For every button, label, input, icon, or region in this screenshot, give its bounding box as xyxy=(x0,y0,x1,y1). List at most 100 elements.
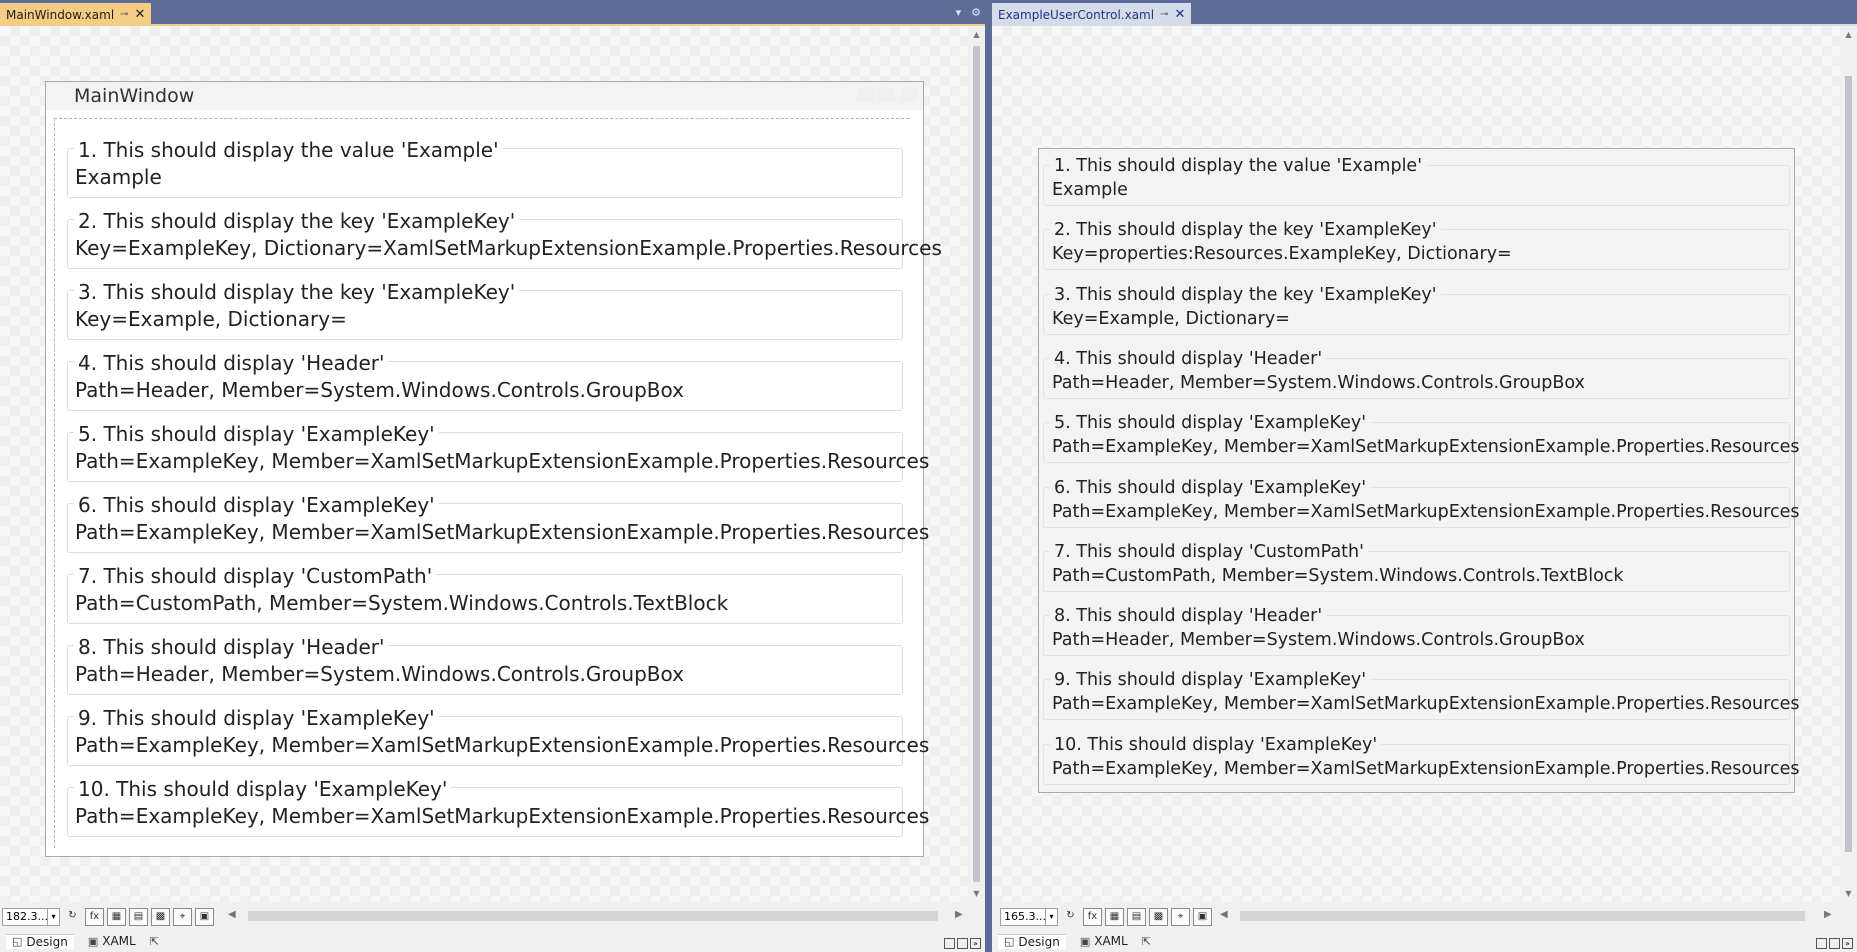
scroll-left-icon[interactable]: ◀ xyxy=(1220,909,1228,920)
zoom-value: 165.3... xyxy=(1004,910,1046,923)
groupbox-value-text: Path=Header, Member=System.Windows.Contr… xyxy=(75,662,684,686)
groupbox-item[interactable]: 6. This should display 'ExampleKey' Path=… xyxy=(1043,477,1799,528)
groupbox-item[interactable]: 6. This should display 'ExampleKey' Path=… xyxy=(67,493,929,553)
snap-lines-icon[interactable]: ⌖ xyxy=(1171,908,1190,926)
groupbox-item[interactable]: 8. This should display 'Header' Path=Head… xyxy=(67,635,903,695)
snap-lines-icon[interactable]: ⌖ xyxy=(173,908,192,926)
fx-icon[interactable]: fx xyxy=(1083,908,1102,926)
scroll-left-icon[interactable]: ◀ xyxy=(228,909,236,920)
groupbox-value-text: Key=properties:Resources.ExampleKey, Dic… xyxy=(1052,244,1512,265)
right-tabstrip: ExampleUserControl.xaml ⊸ ✕ xyxy=(992,0,1857,26)
groupbox-item[interactable]: 2. This should display the key 'ExampleK… xyxy=(1043,220,1790,271)
groupbox-header: 3. This should display the key 'ExampleK… xyxy=(1050,284,1441,305)
vertical-split-icon[interactable] xyxy=(944,938,955,949)
groupbox-item[interactable]: 8. This should display 'Header' Path=Head… xyxy=(1043,606,1790,657)
maximize-icon xyxy=(879,88,895,102)
view-switcher: ◱ Design ▣ XAML ⇱ xyxy=(992,932,1857,950)
groupbox-value-text: Path=Header, Member=System.Windows.Contr… xyxy=(1052,630,1585,651)
vertical-split-icon[interactable] xyxy=(1816,938,1827,949)
zoom-combobox[interactable]: 165.3... ▾ xyxy=(1000,908,1058,926)
groupbox-item[interactable]: 3. This should display the key 'ExampleK… xyxy=(1043,284,1790,335)
groupbox-item[interactable]: 1. This should display the value 'Exampl… xyxy=(67,138,903,198)
design-surface[interactable]: MainWindow 1. This should display the va… xyxy=(0,26,968,902)
grid-icon[interactable]: ▦ xyxy=(107,908,126,926)
project-code-icon[interactable]: ▣ xyxy=(1193,908,1212,926)
groupbox-item[interactable]: 5. This should display 'ExampleKey' Path=… xyxy=(1043,413,1799,464)
chevron-down-icon[interactable]: ▾ xyxy=(47,909,59,925)
split-layout-buttons: » xyxy=(944,938,981,949)
tab-title: MainWindow.xaml xyxy=(6,7,115,22)
groupbox-header: 6. This should display 'ExampleKey' xyxy=(74,493,439,517)
groupbox-item[interactable]: 2. This should display the key 'ExampleK… xyxy=(67,209,942,269)
groupbox-value-text: Key=Example, Dictionary= xyxy=(1052,308,1290,329)
close-icon[interactable]: ✕ xyxy=(1174,7,1185,22)
groupbox-value-text: Path=ExampleKey, Member=XamlSetMarkupExt… xyxy=(75,804,930,828)
groupbox-item[interactable]: 3. This should display the key 'ExampleK… xyxy=(67,280,903,340)
scroll-right-icon[interactable]: ▶ xyxy=(1824,909,1832,920)
snap-grid-icon[interactable]: ▤ xyxy=(1127,908,1146,926)
scroll-right-icon[interactable]: ▶ xyxy=(955,909,963,920)
groupbox-item[interactable]: 7. This should display 'CustomPath' Path=… xyxy=(1043,541,1790,592)
refresh-icon[interactable]: ↻ xyxy=(63,908,82,926)
tab-xaml[interactable]: ▣ XAML xyxy=(82,934,142,948)
groupbox-item[interactable]: 4. This should display 'Header' Path=Head… xyxy=(1043,348,1790,399)
chevron-down-icon[interactable]: ▾ xyxy=(1045,909,1057,925)
usercontrol-preview[interactable]: 1. This should display the value 'Exampl… xyxy=(1038,148,1799,793)
selection-adorner-left xyxy=(54,118,55,848)
mainwindow-preview[interactable]: MainWindow 1. This should display the va… xyxy=(45,81,942,857)
chevron-down-icon[interactable]: ▾ xyxy=(956,6,962,19)
close-icon[interactable]: ✕ xyxy=(135,7,146,22)
scroll-thumb[interactable] xyxy=(973,46,980,882)
tab-mainwindow-xaml[interactable]: MainWindow.xaml ⊸ ✕ xyxy=(0,3,152,26)
groupbox-header: 1. This should display the value 'Exampl… xyxy=(1050,156,1427,176)
tab-xaml[interactable]: ▣ XAML xyxy=(1074,934,1134,948)
groupbox-value-text: Path=ExampleKey, Member=XamlSetMarkupExt… xyxy=(75,520,930,544)
project-code-icon[interactable]: ▣ xyxy=(195,908,214,926)
grid-icon[interactable]: ▦ xyxy=(1105,908,1124,926)
groupbox-item[interactable]: 10. This should display 'ExampleKey' Path… xyxy=(1043,734,1799,785)
groupbox-header: 7. This should display 'CustomPath' xyxy=(74,564,437,588)
groupbox-item[interactable]: 10. This should display 'ExampleKey' Path… xyxy=(67,777,929,837)
scroll-up-icon[interactable]: ▲ xyxy=(968,30,985,39)
tab-design[interactable]: ◱ Design xyxy=(6,933,74,949)
designer-statusbar: 182.3... ▾ ↻ fx ▦ ▤ ▩ ⌖ ▣ ◀ ▶ ◱ Design ▣… xyxy=(0,902,985,952)
right-designer-pane: ExampleUserControl.xaml ⊸ ✕ 1. This shou… xyxy=(992,0,1857,952)
fx-icon[interactable]: fx xyxy=(85,908,104,926)
vertical-scrollbar[interactable]: ▲ ▼ xyxy=(968,26,985,902)
groupbox-item[interactable]: 7. This should display 'CustomPath' Path=… xyxy=(67,564,903,624)
horizontal-split-icon[interactable] xyxy=(1829,938,1840,949)
artboard-background-icon[interactable]: ▩ xyxy=(151,908,170,926)
pin-icon[interactable]: ⊸ xyxy=(1160,9,1168,20)
window-titlebar: MainWindow xyxy=(46,82,923,110)
groupbox-item[interactable]: 1. This should display the value 'Exampl… xyxy=(1043,156,1790,206)
groupbox-item[interactable]: 5. This should display 'ExampleKey' Path=… xyxy=(67,422,929,482)
scroll-down-icon[interactable]: ▼ xyxy=(968,889,985,898)
design-label: Design xyxy=(26,934,68,949)
pin-icon[interactable]: ⊸ xyxy=(120,9,128,20)
document-splitter[interactable] xyxy=(985,0,992,952)
horizontal-scrollbar[interactable] xyxy=(1240,911,1805,921)
refresh-icon[interactable]: ↻ xyxy=(1061,908,1080,926)
tab-design[interactable]: ◱ Design xyxy=(998,933,1066,949)
popout-icon[interactable]: ⇱ xyxy=(1142,935,1151,948)
collapse-pane-icon[interactable]: » xyxy=(970,938,981,949)
groupbox-header: 1. This should display the value 'Exampl… xyxy=(74,138,503,162)
horizontal-split-icon[interactable] xyxy=(957,938,968,949)
groupbox-header: 7. This should display 'CustomPath' xyxy=(1050,541,1368,562)
tab-exampleusercontrol-xaml[interactable]: ExampleUserControl.xaml ⊸ ✕ xyxy=(992,3,1192,26)
popout-icon[interactable]: ⇱ xyxy=(150,935,159,948)
horizontal-scrollbar[interactable] xyxy=(248,911,938,921)
groupbox-item[interactable]: 9. This should display 'ExampleKey' Path=… xyxy=(67,706,929,766)
zoom-combobox[interactable]: 182.3... ▾ xyxy=(2,908,60,926)
collapse-pane-icon[interactable]: » xyxy=(1842,938,1853,949)
snap-grid-icon[interactable]: ▤ xyxy=(129,908,148,926)
gear-icon[interactable]: ⚙ xyxy=(971,6,981,19)
vertical-scrollbar[interactable]: ▲ ▼ xyxy=(1840,26,1857,902)
scroll-down-icon[interactable]: ▼ xyxy=(1840,889,1857,898)
groupbox-item[interactable]: 9. This should display 'ExampleKey' Path=… xyxy=(1043,670,1799,721)
artboard-background-icon[interactable]: ▩ xyxy=(1149,908,1168,926)
scroll-thumb[interactable] xyxy=(1845,76,1852,852)
design-surface[interactable]: 1. This should display the value 'Exampl… xyxy=(992,26,1840,902)
scroll-up-icon[interactable]: ▲ xyxy=(1840,30,1857,39)
groupbox-item[interactable]: 4. This should display 'Header' Path=Head… xyxy=(67,351,903,411)
